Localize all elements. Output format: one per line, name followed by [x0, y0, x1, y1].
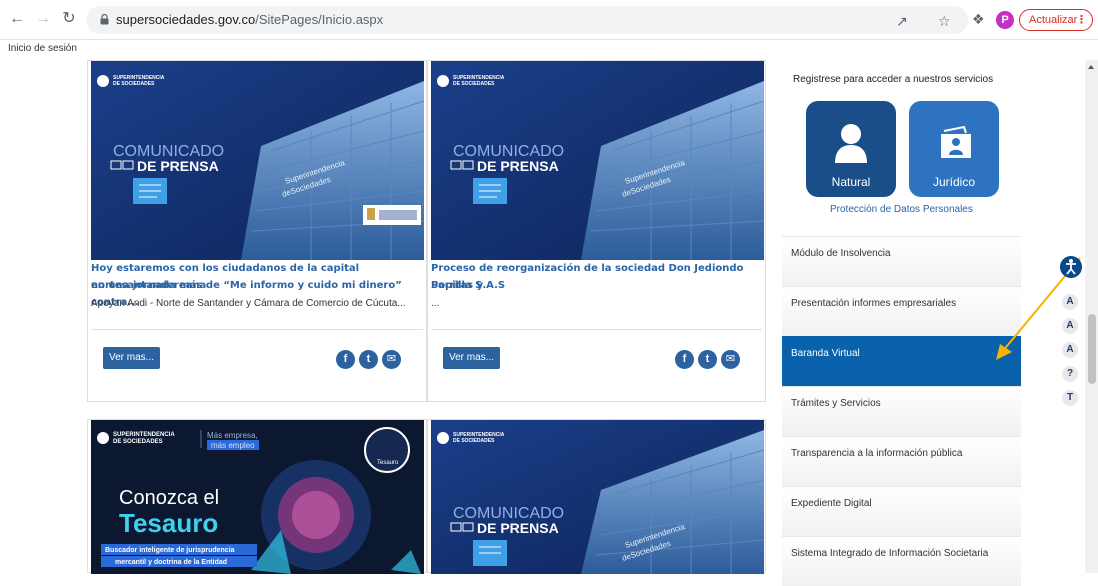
- svg-text:DE SOCIEDADES: DE SOCIEDADES: [113, 81, 155, 87]
- natural-label: Natural: [831, 175, 871, 189]
- news-description: ...: [431, 298, 440, 309]
- menu-item-informes[interactable]: Presentación informes empresariales: [782, 286, 1021, 336]
- twitter-share-icon[interactable]: t: [698, 350, 717, 369]
- svg-text:DE PRENSA: DE PRENSA: [477, 158, 559, 174]
- juridico-label: Jurídico: [932, 175, 976, 189]
- svg-text:DE PRENSA: DE PRENSA: [137, 158, 219, 174]
- svg-text:Tesauro: Tesauro: [119, 508, 218, 538]
- update-browser-button[interactable]: Actualizar ⋮: [1019, 9, 1093, 31]
- twitter-share-icon[interactable]: t: [359, 350, 378, 369]
- normal-font-button[interactable]: A: [1062, 318, 1078, 334]
- news-card-2: SUPERINTENDENCIA DE SOCIEDADES COMUNICAD…: [427, 60, 766, 402]
- svg-text:Conozca el: Conozca el: [119, 487, 219, 509]
- share-page-icon[interactable]: ↗: [896, 13, 908, 30]
- id-card-icon: [941, 125, 971, 158]
- press-release-image[interactable]: SUPERINTENDENCIA DE SOCIEDADES COMUNICAD…: [431, 420, 764, 574]
- svg-text:mercantil y doctrina de la Ent: mercantil y doctrina de la Entidad: [115, 559, 227, 566]
- news-card-4: SUPERINTENDENCIA DE SOCIEDADES COMUNICAD…: [427, 419, 766, 574]
- login-link[interactable]: Inicio de sesión: [8, 43, 77, 54]
- tesauro-image[interactable]: SUPERINTENDENCIA DE SOCIEDADES Más empre…: [91, 420, 424, 574]
- email-share-icon[interactable]: ✉: [382, 350, 401, 369]
- press-release-image[interactable]: SUPERINTENDENCIA DE SOCIEDADES COMUNICAD…: [431, 61, 764, 260]
- svg-text:SUPERINTENDENCIA: SUPERINTENDENCIA: [113, 432, 175, 438]
- browser-toolbar: ← → ↻ supersociedades.gov.co/SitePages/I…: [0, 0, 1098, 40]
- person-icon: [835, 124, 867, 163]
- scroll-up-icon[interactable]: [1088, 65, 1094, 69]
- facebook-share-icon[interactable]: f: [675, 350, 694, 369]
- decrease-font-button[interactable]: A: [1062, 342, 1078, 358]
- svg-text:Buscador inteligente de jurisp: Buscador inteligente de jurisprudencia: [105, 547, 235, 554]
- help-button[interactable]: ?: [1062, 366, 1078, 382]
- menu-item-transparencia[interactable]: Transparencia a la información pública: [782, 436, 1021, 486]
- services-panel: Registrese para acceder a nuestros servi…: [782, 58, 1021, 586]
- menu-item-sistema-integrado[interactable]: Sistema Integrado de Información Societa…: [782, 536, 1021, 586]
- news-description: Apoyan Andi - Norte de Santander y Cámar…: [91, 298, 406, 309]
- svg-text:DE SOCIEDADES: DE SOCIEDADES: [453, 438, 495, 444]
- svg-text:DE PRENSA: DE PRENSA: [477, 520, 559, 536]
- lock-icon: [100, 14, 109, 25]
- menu-item-insolvencia[interactable]: Módulo de Insolvencia: [782, 236, 1021, 286]
- menu-item-expediente[interactable]: Expediente Digital: [782, 486, 1021, 536]
- menu-dots-icon: ⋮: [1076, 14, 1087, 26]
- menu-item-baranda-virtual[interactable]: Baranda Virtual: [782, 336, 1021, 386]
- news-title-line2[interactable]: Parrilla S.A.S: [431, 277, 505, 294]
- page-scrollbar[interactable]: [1085, 60, 1098, 573]
- register-text: Registrese para acceder a nuestros servi…: [793, 74, 994, 85]
- svg-text:DE SOCIEDADES: DE SOCIEDADES: [113, 439, 163, 445]
- svg-text:Más empresa,: Más empresa,: [207, 431, 258, 440]
- back-arrow-icon[interactable]: ←: [8, 10, 26, 28]
- svg-text:DE SOCIEDADES: DE SOCIEDADES: [453, 81, 495, 87]
- scroll-thumb[interactable]: [1088, 314, 1096, 384]
- increase-font-button[interactable]: A: [1062, 294, 1078, 310]
- news-card-3: SUPERINTENDENCIA DE SOCIEDADES Más empre…: [87, 419, 427, 574]
- svg-text:Tesauro: Tesauro: [377, 460, 399, 466]
- address-bar[interactable]: supersociedades.gov.co/SitePages/Inicio.…: [86, 6, 968, 34]
- card-divider: [91, 329, 423, 330]
- menu-item-tramites[interactable]: Trámites y Servicios: [782, 386, 1021, 436]
- news-card-1: SUPERINTENDENCIA DE SOCIEDADES COMUNICAD…: [87, 60, 427, 402]
- press-release-image[interactable]: SUPERINTENDENCIA DE SOCIEDADES COMUNICAD…: [91, 61, 424, 260]
- text-mode-button[interactable]: T: [1062, 390, 1078, 406]
- juridical-person-button[interactable]: Jurídico: [909, 101, 999, 197]
- ver-mas-button[interactable]: Ver mas...: [443, 347, 501, 369]
- profile-avatar[interactable]: P: [996, 11, 1014, 29]
- ver-mas-button[interactable]: Ver mas...: [103, 347, 161, 369]
- bookmark-star-icon[interactable]: ☆: [938, 13, 951, 30]
- url-text: supersociedades.gov.co/SitePages/Inicio.…: [116, 12, 384, 27]
- email-share-icon[interactable]: ✉: [721, 350, 740, 369]
- extensions-puzzle-icon[interactable]: ❖: [972, 11, 985, 28]
- facebook-share-icon[interactable]: f: [336, 350, 355, 369]
- card-divider: [431, 329, 762, 330]
- forward-arrow-icon[interactable]: →: [34, 10, 52, 28]
- reload-icon[interactable]: ↻: [60, 10, 78, 28]
- natural-person-button[interactable]: Natural: [806, 101, 896, 197]
- accessibility-icon[interactable]: [1060, 256, 1082, 278]
- svg-text:más empleo: más empleo: [211, 441, 255, 450]
- privacy-link[interactable]: Protección de Datos Personales: [830, 204, 973, 215]
